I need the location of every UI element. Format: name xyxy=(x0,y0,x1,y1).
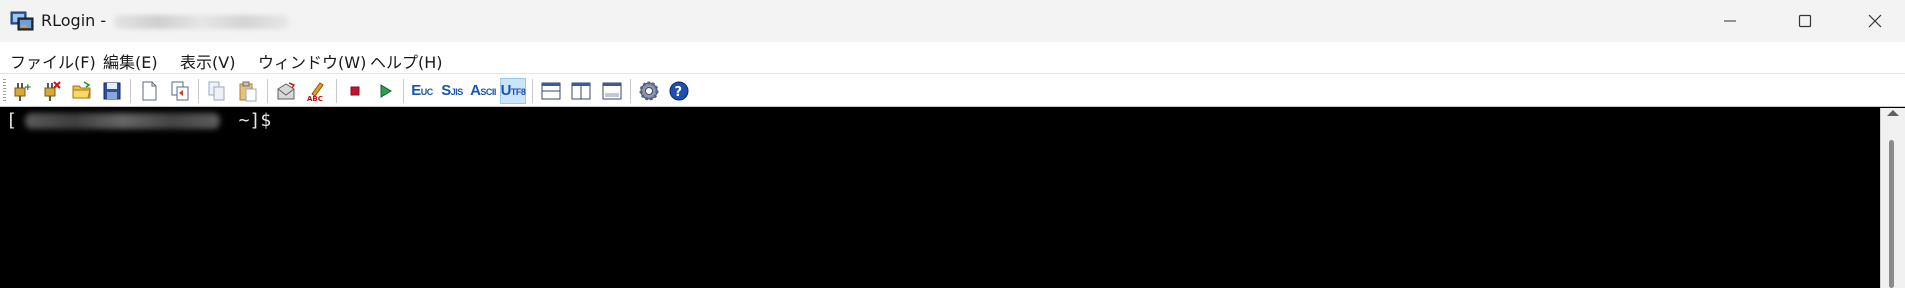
redacted-host-title xyxy=(114,14,290,29)
duplicate-window-icon xyxy=(171,81,189,101)
settings-gear-icon xyxy=(639,81,659,101)
svg-text:ABC: ABC xyxy=(307,95,323,102)
sjis-encoding-icon: SJIS xyxy=(441,82,463,99)
title-bar[interactable]: RLogin - xyxy=(0,0,1905,42)
toolbar-separator xyxy=(198,79,199,103)
stop-button[interactable] xyxy=(342,78,368,104)
split-panel-icon xyxy=(602,82,622,100)
split-panel-button[interactable] xyxy=(599,78,625,104)
copy-button[interactable] xyxy=(204,78,230,104)
close-button[interactable] xyxy=(1840,0,1905,42)
toolbar-grip[interactable] xyxy=(3,79,6,103)
open-button[interactable] xyxy=(69,78,95,104)
euc-button[interactable]: EUC xyxy=(409,78,435,104)
toolbar-separator xyxy=(336,79,337,103)
close-icon xyxy=(1868,14,1882,28)
window-title: RLogin - xyxy=(41,11,290,30)
scroll-up-arrow-icon[interactable] xyxy=(1887,110,1899,116)
stop-icon xyxy=(350,86,360,96)
mail-icon xyxy=(277,82,296,100)
split-vertical-button[interactable] xyxy=(568,78,594,104)
terminal-area[interactable]: [ ~]$ xyxy=(0,108,1880,288)
spellcheck-button[interactable]: ABC xyxy=(304,78,330,104)
shell-prompt: [ ~]$ xyxy=(6,110,271,131)
play-icon xyxy=(380,84,392,98)
settings-button[interactable] xyxy=(636,78,662,104)
menu-view[interactable]: 表示(V) xyxy=(180,49,235,73)
menu-edit[interactable]: 編集(E) xyxy=(103,49,158,73)
split-horizontal-button[interactable] xyxy=(538,78,564,104)
toolbar: + ABC EUC SJIS ASCII UTF8 ? xyxy=(0,73,1905,107)
new-button[interactable] xyxy=(136,78,162,104)
redacted-user-host xyxy=(24,113,220,129)
connect-icon: + xyxy=(14,83,32,101)
menu-file[interactable]: ファイル(F) xyxy=(10,49,96,73)
toolbar-separator xyxy=(130,79,131,103)
mail-button[interactable] xyxy=(273,78,299,104)
scrollbar-thumb[interactable] xyxy=(1889,140,1894,288)
split-horizontal-icon xyxy=(541,82,561,100)
toolbar-separator xyxy=(403,79,404,103)
minimize-icon xyxy=(1724,20,1736,22)
help-button[interactable]: ? xyxy=(666,78,692,104)
vertical-scrollbar[interactable] xyxy=(1880,108,1905,288)
help-icon: ? xyxy=(669,81,689,101)
toolbar-separator xyxy=(532,79,533,103)
toolbar-separator xyxy=(267,79,268,103)
play-button[interactable] xyxy=(372,78,398,104)
svg-text:+: + xyxy=(24,83,32,93)
rlogin-app-icon xyxy=(10,11,34,31)
disconnect-icon xyxy=(44,81,61,101)
prompt-suffix: ~]$ xyxy=(227,110,272,131)
window-title-text: RLogin - xyxy=(41,11,107,30)
save-icon xyxy=(103,82,121,100)
open-folder-icon xyxy=(72,81,91,99)
maximize-icon xyxy=(1798,14,1812,28)
save-button[interactable] xyxy=(99,78,125,104)
minimize-button[interactable] xyxy=(1695,0,1765,42)
menu-window[interactable]: ウィンドウ(W) xyxy=(258,49,366,73)
new-document-icon xyxy=(142,81,157,101)
paste-button[interactable] xyxy=(235,78,261,104)
utf8-encoding-icon: UTF8 xyxy=(500,82,526,99)
copy-icon xyxy=(208,81,225,101)
paste-icon xyxy=(239,81,257,102)
split-vertical-icon xyxy=(571,82,591,100)
ascii-button[interactable]: ASCII xyxy=(470,78,496,104)
duplicate-button[interactable] xyxy=(167,78,193,104)
menu-bar: ファイル(F) 編集(E) 表示(V) ウィンドウ(W) ヘルプ(H) xyxy=(0,42,1905,73)
menu-help[interactable]: ヘルプ(H) xyxy=(370,49,443,73)
maximize-button[interactable] xyxy=(1770,0,1840,42)
euc-encoding-icon: EUC xyxy=(411,82,433,99)
sjis-button[interactable]: SJIS xyxy=(439,78,465,104)
prompt-open-bracket: [ xyxy=(6,110,17,131)
toolbar-separator xyxy=(630,79,631,103)
connect-button[interactable]: + xyxy=(8,78,34,104)
utf8-button[interactable]: UTF8 xyxy=(500,78,526,104)
ascii-encoding-icon: ASCII xyxy=(470,82,496,99)
svg-text:?: ? xyxy=(675,85,683,100)
spellcheck-icon: ABC xyxy=(307,82,324,102)
disconnect-button[interactable] xyxy=(38,78,64,104)
